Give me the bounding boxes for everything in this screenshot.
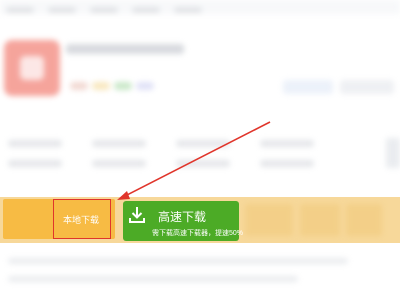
download-icon: [129, 207, 145, 223]
report-button[interactable]: [340, 80, 394, 94]
pointer-arrow: [117, 121, 271, 200]
app-title: [66, 44, 184, 54]
collect-button[interactable]: [283, 80, 333, 94]
fast-download-label: 高速下载: [158, 210, 207, 224]
download-option[interactable]: [300, 204, 340, 236]
side-panel: [386, 138, 400, 168]
info-row: [8, 140, 314, 147]
app-icon: [4, 40, 60, 96]
download-option[interactable]: [245, 204, 293, 236]
highlight-box: [53, 199, 111, 239]
page-text: [8, 258, 348, 294]
download-option[interactable]: [346, 204, 382, 236]
top-navigation-bar: [0, 0, 400, 14]
fast-download-sublabel: 需下载高速下载器，提速50%: [152, 230, 244, 237]
info-row: [8, 160, 314, 167]
tag-badges: [70, 82, 154, 90]
